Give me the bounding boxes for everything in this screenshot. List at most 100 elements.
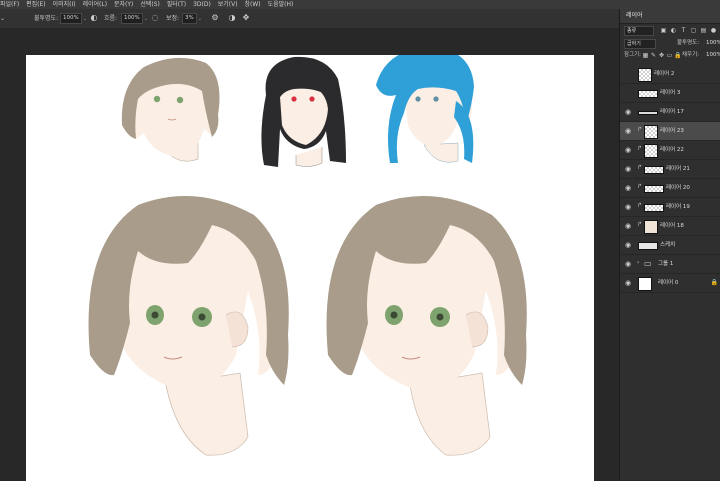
visibility-eye-icon[interactable]: ◉ — [624, 279, 632, 287]
lock-fill-row: 잠그기: ▦ ✎ ✥ ▭ 🔒 채우기: 100% — [620, 50, 720, 61]
menu-filter[interactable]: 필터(T) — [167, 1, 186, 8]
menu-edit[interactable]: 편집(E) — [26, 1, 46, 8]
smoothing-gear-icon[interactable]: ⚙ — [211, 14, 219, 22]
filter-toggle-icon[interactable]: ● — [710, 25, 717, 36]
blend-opacity-row: 곱하기 불투명도: 100% — [620, 38, 720, 49]
layer-name: 레이어 22 — [660, 147, 684, 153]
lock-artboard-icon[interactable]: ▭ — [666, 50, 673, 61]
clipping-mask-icon: ↱ — [637, 183, 643, 190]
visibility-eye-icon[interactable]: ◉ — [624, 165, 632, 173]
layer-name: 레이어 2 — [654, 71, 675, 77]
layer-name: 스케치 — [660, 242, 676, 248]
opacity-label: 불투명도: — [34, 15, 59, 22]
menu-layer[interactable]: 레이어(L) — [82, 1, 107, 8]
layer-row[interactable]: ◉ 레이어 17 — [620, 103, 720, 122]
layer-thumbnail — [644, 220, 658, 234]
smoothing-caret-icon[interactable]: ⌄ — [198, 10, 202, 29]
pressure-opacity-icon[interactable]: ◐ — [90, 14, 98, 22]
layers-tab[interactable]: 레이어 — [620, 9, 720, 24]
layer-name: 레이어 19 — [666, 204, 690, 210]
layer-row[interactable]: ◉ ↱ 레이어 19 — [620, 198, 720, 217]
layers-panel: 레이어 종류 ▣ ◐ T ▢ ▤ ● 곱하기 불투명도: 100% 잠그기: ▦… — [619, 9, 720, 480]
mode-caret-icon[interactable]: ⌄ — [0, 9, 5, 28]
sketch-head-blue — [376, 55, 474, 163]
flow-field[interactable]: 100% — [121, 13, 143, 24]
menu-3d[interactable]: 3D(D) — [193, 1, 211, 8]
clipping-mask-icon: ↱ — [637, 202, 643, 209]
symmetry-icon[interactable]: ✥ — [242, 14, 250, 22]
layer-row[interactable]: ◉ ↱ 레이어 21 — [620, 160, 720, 179]
filter-kind-dropdown[interactable]: 종류 — [624, 26, 654, 36]
filter-pixel-icon[interactable]: ▣ — [660, 25, 667, 36]
layer-row[interactable]: 레이어 3 — [620, 84, 720, 103]
document-workspace — [0, 28, 618, 481]
menu-window[interactable]: 창(W) — [245, 1, 261, 8]
filter-shape-icon[interactable]: ▢ — [690, 25, 697, 36]
menu-view[interactable]: 보기(V) — [218, 1, 238, 8]
layer-filter-row: 종류 ▣ ◐ T ▢ ▤ ● — [620, 25, 720, 36]
group-row[interactable]: ◉ › ▭ 그룹 1 — [620, 255, 720, 274]
artwork-canvas[interactable] — [26, 55, 594, 481]
menu-bar: 파일(F) 편집(E) 이미지(I) 레이어(L) 문자(Y) 선택(S) 필터… — [0, 0, 720, 9]
layer-row[interactable]: 레이어 2 — [620, 65, 720, 84]
pressure-size-icon[interactable]: ◑ — [228, 14, 236, 22]
layer-name: 레이어 20 — [666, 185, 690, 191]
smoothing-field[interactable]: 3% — [182, 13, 197, 24]
lock-icon: 🔒 — [710, 279, 718, 286]
expand-arrow-icon[interactable]: › — [637, 259, 639, 266]
lock-position-icon[interactable]: ✥ — [658, 50, 665, 61]
fill-label: 채우기: — [682, 52, 700, 58]
layer-name: 레이어 3 — [660, 90, 681, 96]
airbrush-icon[interactable]: ◌ — [151, 14, 159, 22]
filter-smart-object-icon[interactable]: ▤ — [700, 25, 707, 36]
visibility-eye-icon[interactable]: ◉ — [624, 260, 632, 268]
layer-thumbnail — [638, 90, 658, 98]
group-name: 그룹 1 — [658, 261, 674, 267]
blend-mode-dropdown[interactable]: 곱하기 — [624, 39, 656, 49]
opacity-caret-icon[interactable]: ⌄ — [83, 10, 87, 29]
fill-value[interactable]: 100% — [706, 50, 720, 61]
smoothing-label: 보정: — [166, 15, 180, 22]
layer-row[interactable]: ◉ 스케치 — [620, 236, 720, 255]
menu-help[interactable]: 도움말(H) — [268, 1, 294, 8]
layer-name: 레이어 21 — [666, 166, 690, 172]
visibility-eye-icon[interactable]: ◉ — [624, 184, 632, 192]
layer-thumbnail — [638, 111, 658, 115]
main-head-right — [326, 196, 527, 456]
lock-pixels-icon[interactable]: ✎ — [650, 50, 657, 61]
visibility-eye-icon[interactable]: ◉ — [624, 222, 632, 230]
menu-select[interactable]: 선택(S) — [140, 1, 160, 8]
visibility-eye-icon[interactable]: ◉ — [624, 241, 632, 249]
opacity-field[interactable]: 100% — [60, 13, 82, 24]
layer-thumbnail — [644, 166, 664, 174]
layer-row[interactable]: ◉ ↱ 레이어 22 — [620, 141, 720, 160]
layer-opacity-label: 불투명도: — [677, 40, 700, 46]
flow-caret-icon[interactable]: ⌄ — [144, 10, 148, 29]
layer-name: 레이어 0 — [658, 280, 679, 286]
visibility-eye-icon[interactable]: ◉ — [624, 146, 632, 154]
layer-thumbnail — [644, 185, 664, 193]
menu-file[interactable]: 파일(F) — [0, 1, 19, 8]
visibility-eye-icon[interactable]: ◉ — [624, 203, 632, 211]
main-head-left — [88, 196, 289, 456]
layer-row[interactable]: ◉ 레이어 0 🔒 — [620, 274, 720, 293]
filter-type-icon[interactable]: T — [680, 25, 687, 36]
visibility-eye-icon[interactable]: ◉ — [624, 108, 632, 116]
menu-image[interactable]: 이미지(I) — [53, 1, 76, 8]
flow-label: 흐름: — [104, 15, 118, 22]
layer-row[interactable]: ◉ ↱ 레이어 18 — [620, 217, 720, 236]
artwork-illustration — [88, 55, 527, 456]
layer-row-selected[interactable]: ◉ ↱ 레이어 23 — [620, 122, 720, 141]
layer-opacity-value[interactable]: 100% — [706, 38, 720, 49]
clipping-mask-icon: ↱ — [637, 221, 643, 228]
layer-thumbnail — [644, 204, 664, 212]
filter-adjustment-icon[interactable]: ◐ — [670, 25, 677, 36]
layer-thumbnail — [638, 277, 652, 291]
layer-thumbnail — [638, 242, 658, 250]
layer-thumbnail — [644, 125, 658, 139]
visibility-eye-icon[interactable]: ◉ — [624, 127, 632, 135]
menu-type[interactable]: 문자(Y) — [114, 1, 133, 8]
layer-row[interactable]: ◉ ↱ 레이어 20 — [620, 179, 720, 198]
lock-transparent-icon[interactable]: ▦ — [642, 50, 649, 61]
lock-all-icon[interactable]: 🔒 — [674, 50, 681, 61]
